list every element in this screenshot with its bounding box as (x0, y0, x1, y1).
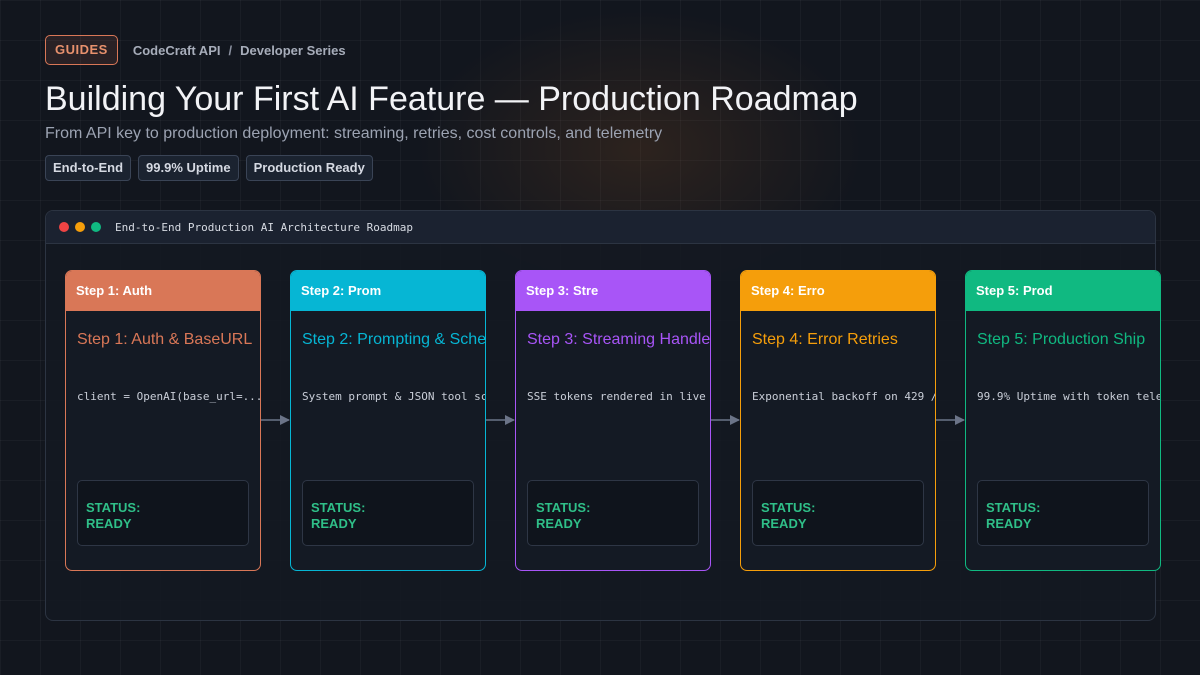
status-label: STATUS: (986, 500, 1041, 515)
tag-uptime: 99.9% Uptime (138, 155, 239, 181)
window-title-bar: End-to-End Production AI Architecture Ro… (46, 211, 1155, 244)
status-box: STATUS: READY (752, 480, 924, 546)
status-value: READY (536, 516, 582, 531)
status-box: STATUS: READY (977, 480, 1149, 546)
status-box: STATUS: READY (302, 480, 474, 546)
breadcrumb: CodeCraft API / Developer Series (133, 43, 346, 58)
status-value: READY (86, 516, 132, 531)
status-value: READY (986, 516, 1032, 531)
step-card-heading: Step 5: Production Ship (977, 331, 1146, 348)
step-card-header: Step 5: Prod (966, 271, 1160, 311)
status-label: STATUS: (536, 500, 591, 515)
breadcrumb-series[interactable]: Developer Series (240, 43, 346, 58)
step-card-heading: Step 4: Error Retries (752, 331, 898, 348)
step-card-header: Step 1: Auth (66, 271, 260, 311)
window-minimize-dot-icon[interactable] (75, 222, 85, 232)
step-card-2[interactable]: Step 2: Prom Step 2: Prompting & Schema … (290, 270, 486, 571)
top-bar: GUIDES CodeCraft API / Developer Series (45, 35, 346, 65)
step-card-4[interactable]: Step 4: Erro Step 4: Error Retries Expon… (740, 270, 936, 571)
step-card-code: System prompt & JSON tool schema (302, 390, 485, 403)
status-label: STATUS: (311, 500, 366, 515)
status-value: READY (311, 516, 357, 531)
step-card-code: client = OpenAI(base_url=...) (77, 390, 261, 403)
status-label: STATUS: (86, 500, 141, 515)
status-box: STATUS: READY (527, 480, 699, 546)
step-card-code: Exponential backoff on 429 / 500 (752, 390, 935, 403)
tag-production-ready: Production Ready (245, 155, 373, 181)
step-card-code: 99.9% Uptime with token telemetry (977, 390, 1161, 403)
status-box: STATUS: READY (77, 480, 249, 546)
window-title: End-to-End Production AI Architecture Ro… (115, 220, 414, 234)
step-card-1[interactable]: Step 1: Auth Step 1: Auth & BaseURL clie… (65, 270, 261, 571)
step-card-header: Step 3: Stre (516, 271, 710, 311)
window-close-dot-icon[interactable] (59, 222, 69, 232)
step-card-header: Step 2: Prom (291, 271, 485, 311)
page-title: Building Your First AI Feature — Product… (45, 80, 858, 118)
step-card-5[interactable]: Step 5: Prod Step 5: Production Ship 99.… (965, 270, 1161, 571)
step-card-heading: Step 1: Auth & BaseURL (77, 331, 253, 348)
step-card-header: Step 4: Erro (741, 271, 935, 311)
breadcrumb-product[interactable]: CodeCraft API (133, 43, 221, 58)
page-subtitle: From API key to production deployment: s… (45, 125, 663, 142)
guides-badge[interactable]: GUIDES (45, 35, 118, 65)
step-card-heading: Step 3: Streaming Handler (527, 331, 711, 348)
step-card-code: SSE tokens rendered in live UI (527, 390, 711, 403)
window-maximize-dot-icon[interactable] (91, 222, 101, 232)
step-card-heading: Step 2: Prompting & Schema (302, 331, 486, 348)
status-value: READY (761, 516, 807, 531)
status-label: STATUS: (761, 500, 816, 515)
breadcrumb-separator: / (228, 42, 233, 58)
tag-list: End-to-End 99.9% Uptime Production Ready (45, 155, 373, 181)
step-card-3[interactable]: Step 3: Stre Step 3: Streaming Handler S… (515, 270, 711, 571)
tag-end-to-end: End-to-End (45, 155, 132, 181)
